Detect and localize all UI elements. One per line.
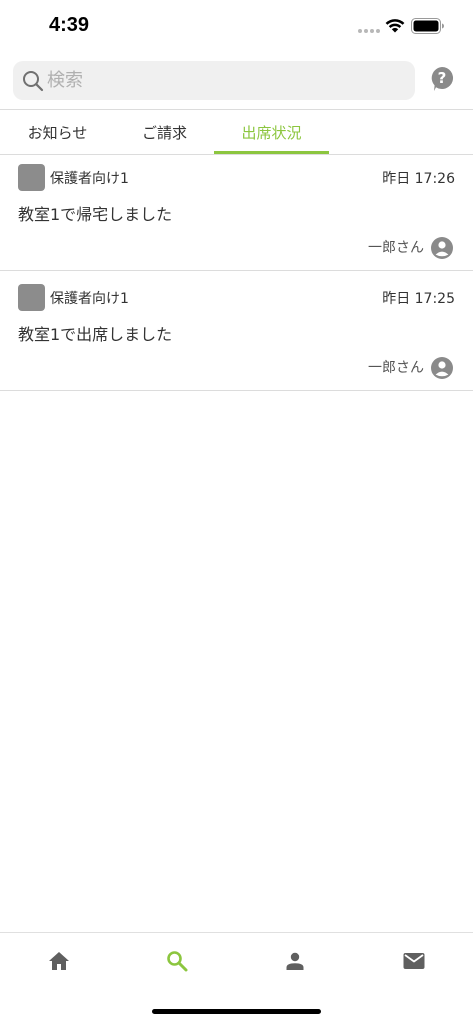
bottom-nav [0,933,473,993]
attendance-screen: 4:39 ? お知らせ ご請求 出席状況 [0,0,473,1024]
status-bar: 4:39 [0,0,473,54]
battery-icon [411,18,444,34]
attendance-card[interactable]: 保護者向け1 昨日 17:25 教室1で出席しました 一郎さん [0,275,473,391]
nav-mail-button[interactable] [355,933,473,988]
search-input[interactable] [47,61,407,100]
person-circle-icon [431,357,453,379]
tab-attendance[interactable]: 出席状況 [214,110,329,154]
group-name: 保護者向け1 [50,171,129,187]
search-bar[interactable] [13,61,415,100]
timestamp: 昨日 17:26 [382,171,455,187]
attendance-message: 教室1で帰宅しました [18,205,173,224]
attendance-card[interactable]: 保護者向け1 昨日 17:26 教室1で帰宅しました 一郎さん [0,155,473,271]
group-name: 保護者向け1 [50,291,129,307]
sender-name: 一郎さん [368,360,424,376]
group-avatar [18,164,45,191]
person-icon [286,952,304,970]
attendance-message: 教室1で出席しました [18,325,173,344]
search-icon [167,950,188,971]
nav-home-button[interactable] [0,933,118,988]
tab-bar: お知らせ ご請求 出席状況 [0,110,473,154]
svg-text:?: ? [438,69,447,87]
group-avatar [18,284,45,311]
person-circle-icon [431,237,453,259]
nav-profile-button[interactable] [236,933,354,988]
home-icon [49,951,69,970]
help-icon[interactable]: ? [430,66,454,92]
cellular-signal-icon [358,29,380,33]
nav-search-button[interactable] [118,933,236,988]
home-indicator [152,1009,321,1014]
tab-billing[interactable]: ご請求 [107,110,222,154]
sender-name: 一郎さん [368,240,424,256]
search-icon [23,71,44,92]
status-time: 4:39 [49,14,90,36]
mail-icon [403,952,425,969]
wifi-icon [385,19,405,33]
tab-notices[interactable]: お知らせ [0,110,115,154]
timestamp: 昨日 17:25 [382,291,455,307]
